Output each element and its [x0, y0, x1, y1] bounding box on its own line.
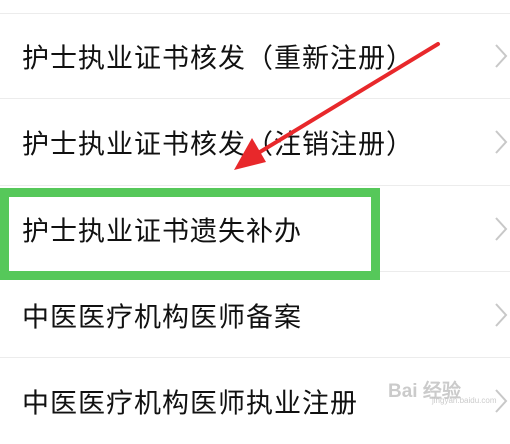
list-item-label: 中医医疗机构医师备案 [22, 302, 302, 333]
list-item-nurse-license-reregister[interactable]: 护士执业证书核发（重新注册） [0, 14, 510, 99]
service-list: 护士执业证书核发（重新注册） 护士执业证书核发（注销注册） 护士执业证书遗失补办… [0, 0, 510, 424]
list-item-tcm-physician-registration[interactable]: 中医医疗机构医师执业注册 [0, 358, 510, 444]
list-item-label: 护士执业证书遗失补办 [22, 216, 302, 247]
list-item-label: 护士执业证书核发（重新注册） [22, 43, 414, 75]
list-item-tcm-physician-filing[interactable]: 中医医疗机构医师备案 [0, 272, 510, 358]
chevron-right-icon [495, 44, 508, 68]
chevron-right-icon [495, 302, 508, 327]
chevron-right-icon [495, 216, 508, 241]
chevron-right-icon [495, 389, 508, 413]
list-item-nurse-license-cancel[interactable]: 护士执业证书核发（注销注册） [0, 99, 510, 186]
list-item-label: 中医医疗机构医师执业注册 [22, 388, 358, 420]
list-item-label: 护士执业证书核发（注销注册） [22, 129, 414, 161]
chevron-right-icon [495, 130, 508, 154]
list-item-nurse-license-replacement[interactable]: 护士执业证书遗失补办 [0, 186, 510, 272]
